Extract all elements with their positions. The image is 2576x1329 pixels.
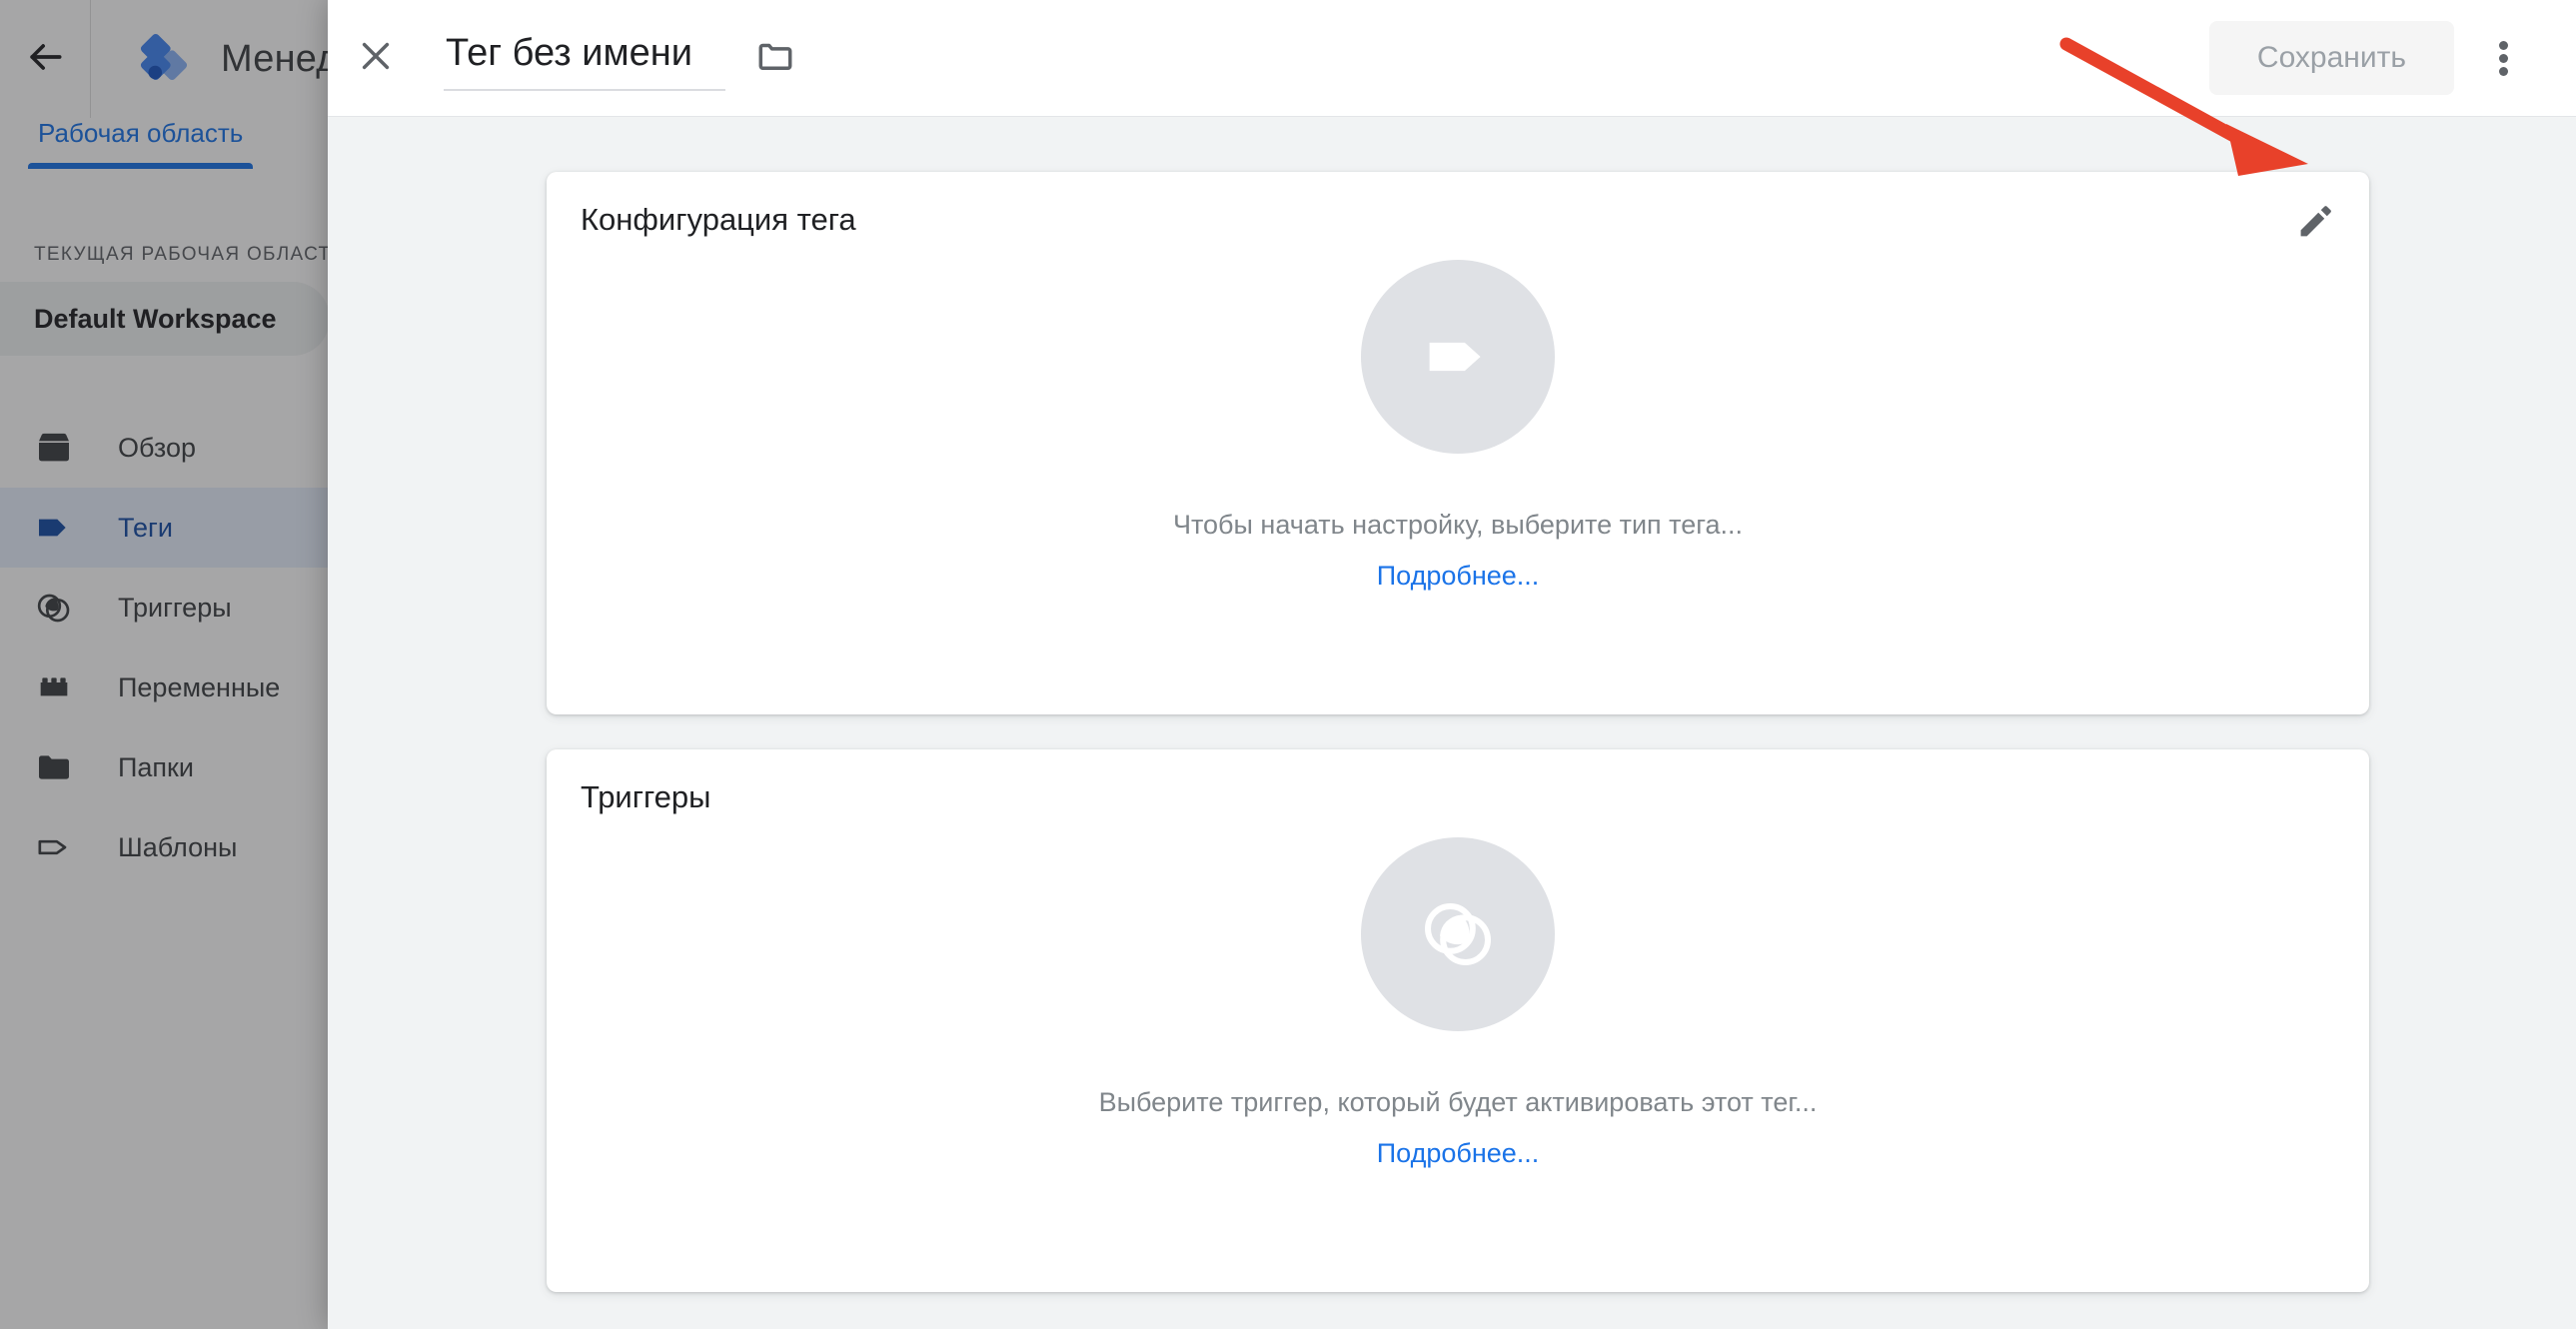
tag-placeholder-icon <box>1361 260 1555 454</box>
dialog-header-actions: Сохранить <box>2208 21 2576 95</box>
card-title: Конфигурация тега <box>581 202 856 237</box>
pencil-edit-icon <box>2294 199 2338 248</box>
edit-tag-configuration-button[interactable] <box>2287 194 2345 252</box>
close-dialog-button[interactable] <box>328 0 424 117</box>
dialog-header: Тег без имени Сохранить <box>328 0 2576 117</box>
modal-scrim-left[interactable] <box>0 0 330 1329</box>
card-title: Триггеры <box>581 779 711 814</box>
tag-name-input[interactable]: Тег без имени <box>444 26 725 91</box>
card-hint-text: Выберите триггер, который будет активиро… <box>1098 1087 1818 1117</box>
tag-name-block: Тег без имени <box>444 26 801 91</box>
card-empty-state: Чтобы начать настройку, выберите тип тег… <box>547 260 2369 592</box>
screen-root: Менеджер тегов Рабочая область ТЕКУЩАЯ Р… <box>0 0 2576 1329</box>
dialog-body: Конфигурация тега Чтобы начать настройку… <box>328 118 2576 1329</box>
tag-configuration-card: Конфигурация тега Чтобы начать настройку… <box>547 172 2369 714</box>
move-to-folder-button[interactable] <box>749 32 801 84</box>
close-icon <box>355 35 397 82</box>
tag-editor-dialog: Тег без имени Сохранить Конфигурация тег… <box>328 0 2576 1329</box>
card-hint-text: Чтобы начать настройку, выберите тип тег… <box>1172 510 1744 540</box>
folder-outline-icon <box>754 35 796 82</box>
more-options-button[interactable] <box>2468 23 2538 93</box>
learn-more-link[interactable]: Подробнее... <box>1377 561 1540 592</box>
more-vert-icon <box>2498 37 2508 80</box>
learn-more-link[interactable]: Подробнее... <box>1377 1138 1540 1169</box>
trigger-placeholder-icon <box>1361 837 1555 1031</box>
save-button[interactable]: Сохранить <box>2208 21 2454 95</box>
triggers-card: Триггеры Выберите триггер, который будет… <box>547 749 2369 1292</box>
card-empty-state: Выберите триггер, который будет активиро… <box>547 837 2369 1169</box>
